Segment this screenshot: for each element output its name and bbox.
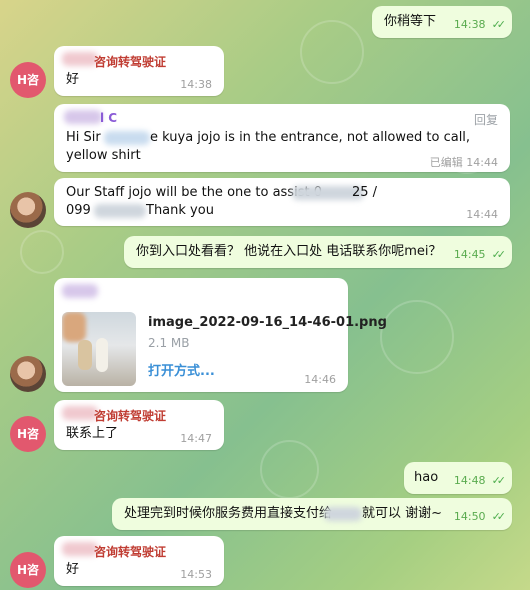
open-with-link[interactable]: 打开方式... [148,360,215,379]
incoming-message[interactable]: Our Staff jojo will be the one to assist… [54,178,510,226]
message-text: Hi Sir [66,130,101,145]
redacted-text [94,204,146,218]
message-text: yellow shirt [66,148,141,163]
file-name: image_2022-09-16_14-46-01.png [148,315,387,330]
incoming-message[interactable]: 咨询转驾驶证 联系上了 14:47 [54,400,224,450]
redacted-text [104,131,150,145]
message-text: 099 [66,203,91,218]
message-text: 处理完到时候你服务费用直接支付给 [124,506,333,521]
background-doodle [20,230,64,274]
avatar[interactable]: H咨 [10,552,46,588]
double-check-icon: ✓✓ [491,510,507,523]
redacted-name [62,52,98,66]
time-label: 14:50 [453,510,486,523]
message-time: 14:38 [180,78,212,91]
avatar[interactable] [10,356,46,392]
redacted-name [62,406,98,420]
incoming-message[interactable]: 咨询转驾驶证 好 14:53 [54,536,224,586]
avatar[interactable]: H咨 [10,62,46,98]
person-figure [78,340,92,370]
outgoing-message[interactable]: hao 14:48 ✓✓ [404,462,512,494]
file-size: 2.1 MB [148,336,190,350]
file-message[interactable]: image_2022-09-16_14-46-01.png 2.1 MB 打开方… [54,278,387,392]
time-label: 14:44 [466,156,498,169]
sender-name: 咨询转驾驶证 [94,55,167,69]
redacted-text [324,507,362,521]
person-figure [96,338,108,372]
message-text: e kuya jojo is in the entrance, not allo… [150,130,471,145]
avatar[interactable]: H咨 [10,416,46,452]
reply-button[interactable]: 回复 [474,111,498,128]
message-text: 就可以 谢谢~ [362,506,443,521]
blurred-face [62,312,86,342]
background-doodle [380,300,454,374]
time-label: 14:45 [453,248,486,261]
outgoing-message[interactable]: 你稍等下 14:38 ✓✓ [372,6,512,38]
message-time: 14:50 ✓✓ [453,510,507,523]
redacted-name [62,284,98,298]
message-text: 你稍等下 [384,14,437,29]
outgoing-message[interactable]: 处理完到时候你服务费用直接支付给 就可以 谢谢~ 14:50 ✓✓ [112,498,512,530]
double-check-icon: ✓✓ [491,18,507,31]
message-text: 好 [66,562,80,577]
message-text: 你到入口处看看？ 他说在入口处 电话联系你呢mei？ [136,244,442,259]
message-text: hao [414,470,439,485]
sender-name: l C [100,111,118,125]
message-text: 联系上了 [66,426,119,441]
message-text: 25 / [352,185,378,200]
message-time: 14:38 ✓✓ [453,18,507,31]
time-label: 14:38 [453,18,486,31]
message-time: 14:48 ✓✓ [453,474,507,487]
double-check-icon: ✓✓ [491,248,507,261]
redacted-name [62,542,98,556]
redacted-name [64,110,102,124]
image-thumbnail[interactable] [62,312,136,386]
outgoing-message[interactable]: 你到入口处看看？ 他说在入口处 电话联系你呢mei？ 14:45 ✓✓ [124,236,512,268]
message-time: 14:44 [466,208,498,221]
background-doodle [300,20,364,84]
message-text: Thank you [146,203,214,218]
double-check-icon: ✓✓ [491,474,507,487]
time-label: 14:48 [453,474,486,487]
avatar[interactable] [10,192,46,228]
message-text: 好 [66,72,80,87]
edited-text: 已编辑 [429,156,463,169]
sender-name: 咨询转驾驶证 [94,545,167,559]
message-time: 14:47 [180,432,212,445]
message-time: 14:46 [304,373,336,386]
incoming-message[interactable]: l C 回复 Hi Sir e kuya jojo is in the entr… [54,104,510,172]
message-text: Our Staff jojo will be the one to assist… [66,185,322,200]
background-doodle [260,440,319,499]
message-time: 14:53 [180,568,212,581]
incoming-message[interactable]: 咨询转驾驶证 好 14:38 [54,46,224,96]
edited-label: 已编辑 14:44 [430,154,498,170]
message-time: 14:45 ✓✓ [453,248,507,261]
sender-name: 咨询转驾驶证 [94,409,167,423]
